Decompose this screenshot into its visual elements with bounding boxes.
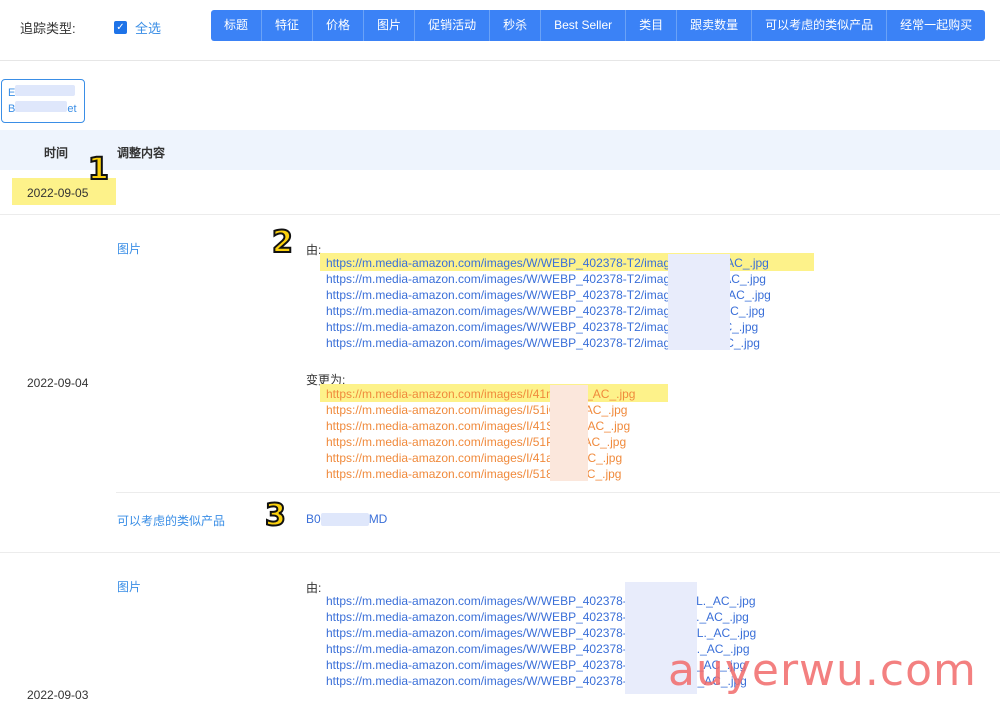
asin-line1: E — [8, 87, 16, 99]
tab-price[interactable]: 价格 — [313, 10, 365, 41]
table-header: 时间 调整内容 — [0, 130, 1000, 170]
select-all-checkbox[interactable]: ✓ 全选 — [114, 18, 161, 37]
filter-bar: 追踪类型: ✓ 全选 标题 特征 价格 图片 促销活动 秒杀 Best Sell… — [0, 0, 1000, 61]
asin-selector[interactable]: E Bet — [1, 79, 85, 123]
row-divider — [0, 214, 1000, 215]
change-field: 图片 — [117, 580, 142, 594]
tab-category[interactable]: 类目 — [626, 10, 678, 41]
site-watermark: auyerwu.com — [668, 645, 977, 696]
tab-frequently-bought[interactable]: 经常一起购买 — [887, 10, 986, 41]
tab-similar-products[interactable]: 可以考虑的类似产品 — [752, 10, 888, 41]
track-type-tabs: 标题 特征 价格 图片 促销活动 秒杀 Best Seller 类目 跟卖数量 … — [211, 10, 986, 41]
column-content: 调整内容 — [117, 146, 166, 160]
tab-title[interactable]: 标题 — [211, 10, 263, 41]
tab-promotions[interactable]: 促销活动 — [415, 10, 491, 41]
track-type-label: 追踪类型: — [20, 21, 76, 36]
tab-lightning-deal[interactable]: 秒杀 — [490, 10, 542, 41]
row-divider — [0, 552, 1000, 553]
tab-images[interactable]: 图片 — [364, 10, 416, 41]
annotation-1: 1 — [87, 151, 110, 188]
redaction-blur — [668, 254, 730, 350]
asin-start: B0 — [306, 512, 321, 526]
column-time: 时间 — [44, 146, 69, 160]
asin-end: MD — [368, 512, 388, 526]
asin-line2: B — [8, 103, 16, 115]
tab-best-seller[interactable]: Best Seller — [541, 10, 627, 41]
annotation-3: 3 — [264, 497, 287, 534]
tab-features[interactable]: 特征 — [262, 10, 314, 41]
redaction-blur — [550, 385, 588, 481]
from-label: 由: — [306, 581, 322, 595]
tab-seller-count[interactable]: 跟卖数量 — [677, 10, 753, 41]
checkbox-checked-icon[interactable]: ✓ — [114, 21, 127, 34]
row-date: 2022-09-04 — [27, 376, 89, 390]
annotation-2: 2 — [271, 224, 294, 261]
change-field: 可以考虑的类似产品 — [117, 514, 226, 528]
change-divider — [116, 492, 1000, 493]
asin-line2-tail: et — [67, 103, 77, 115]
select-all-label[interactable]: 全选 — [135, 18, 161, 37]
change-field: 图片 — [117, 242, 142, 256]
row-date: 2022-09-05 — [27, 186, 89, 200]
similar-product-asin[interactable]: B0 MD — [306, 512, 388, 527]
new-image-url[interactable]: https://m.media-amazon.com/images/I/41m2… — [326, 386, 635, 402]
